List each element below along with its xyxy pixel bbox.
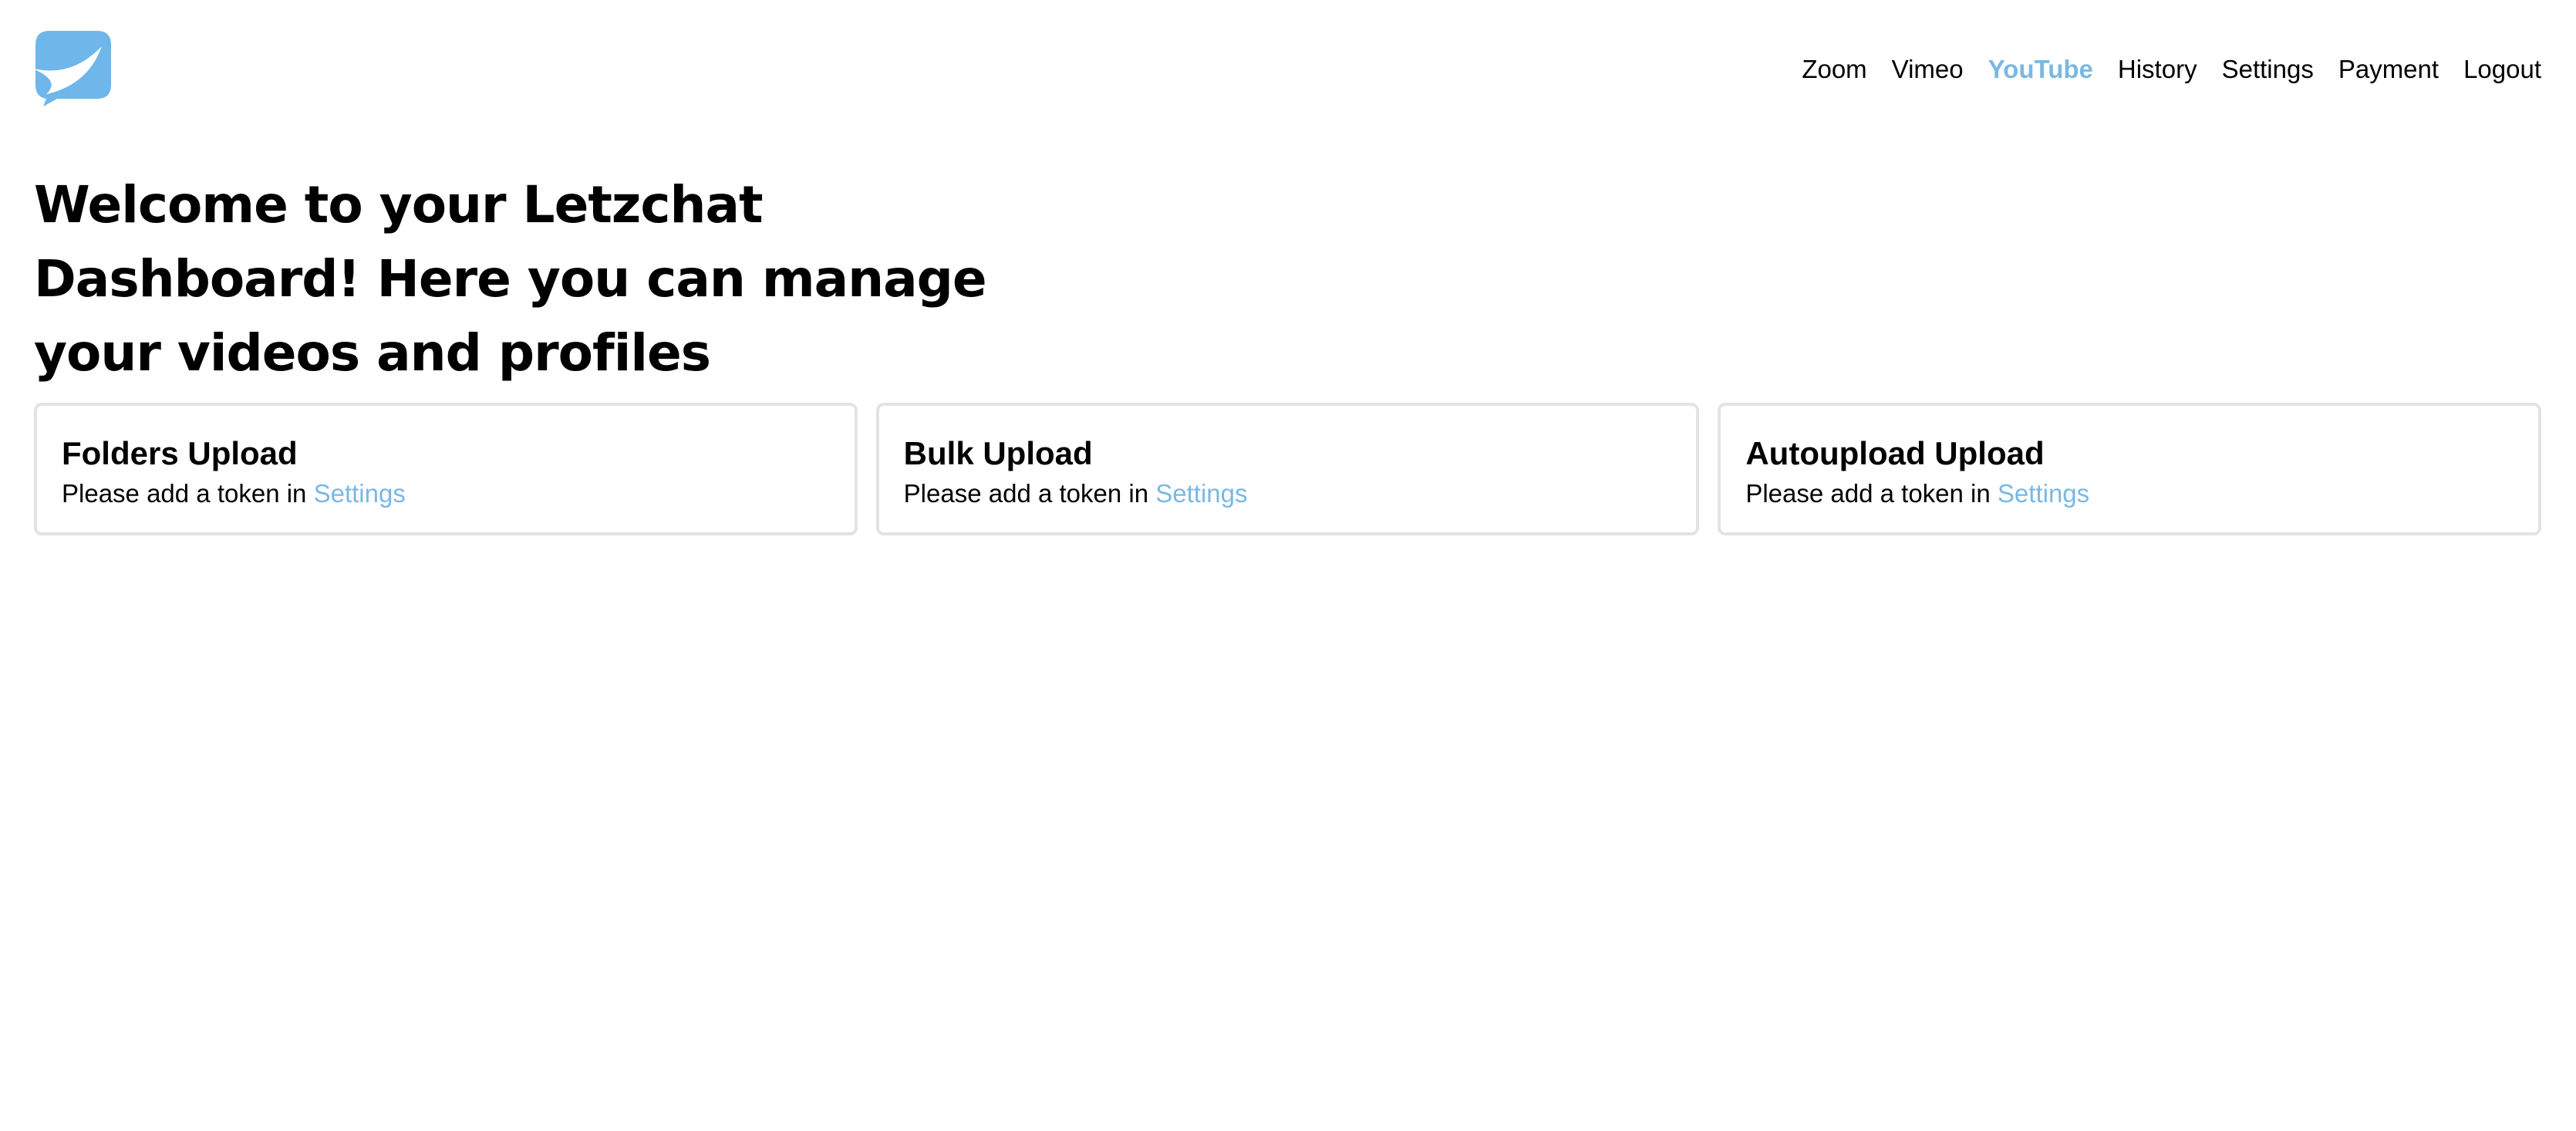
page-title: Welcome to your Letzchat Dashboard! Here… — [34, 175, 987, 383]
card-message: Please add a token in — [903, 479, 1149, 508]
nav-logout[interactable]: Logout — [2463, 52, 2541, 86]
autoupload-upload-card: Autoupload Upload Please add a token in … — [1718, 403, 2542, 535]
settings-link[interactable]: Settings — [1155, 479, 1247, 508]
main-nav: Zoom Vimeo YouTube History Settings Paym… — [1802, 52, 2541, 86]
settings-link[interactable]: Settings — [1998, 479, 2089, 508]
card-message: Please add a token in — [62, 479, 307, 508]
card-title: Bulk Upload — [903, 435, 1093, 471]
upload-cards: Folders Upload Please add a token in Set… — [34, 403, 2542, 535]
card-title: Autoupload Upload — [1745, 435, 2045, 471]
card-text: Please add a token in Settings — [904, 477, 1672, 511]
nav-vimeo[interactable]: Vimeo — [1892, 52, 1964, 86]
nav-zoom[interactable]: Zoom — [1802, 52, 1866, 86]
letzchat-logo-icon[interactable] — [31, 31, 111, 108]
nav-payment[interactable]: Payment — [2338, 52, 2439, 86]
folders-upload-card: Folders Upload Please add a token in Set… — [34, 403, 858, 535]
nav-settings[interactable]: Settings — [2222, 52, 2314, 86]
card-message: Please add a token in — [1745, 479, 1991, 508]
card-text: Please add a token in Settings — [62, 477, 830, 511]
card-title: Folders Upload — [62, 435, 298, 471]
dashboard-page: Zoom Vimeo YouTube History Settings Paym… — [0, 0, 2576, 1131]
nav-history[interactable]: History — [2118, 52, 2197, 86]
card-text: Please add a token in Settings — [1745, 477, 2514, 511]
nav-youtube[interactable]: YouTube — [1988, 52, 2093, 86]
bulk-upload-card: Bulk Upload Please add a token in Settin… — [875, 403, 1700, 535]
settings-link[interactable]: Settings — [314, 479, 406, 508]
